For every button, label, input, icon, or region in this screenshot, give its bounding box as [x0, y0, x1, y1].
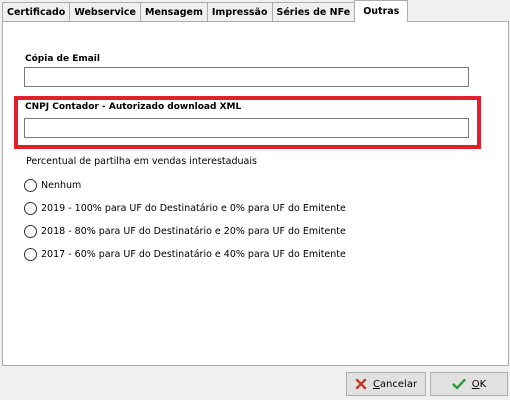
radio-button[interactable]	[24, 179, 37, 192]
dialog-window: Certificado Webservice Mensagem Impressã…	[0, 0, 510, 400]
radio-2017[interactable]: 2017 - 60% para UF do Destinatário e 40%…	[24, 248, 346, 261]
tab-mensagem[interactable]: Mensagem	[140, 2, 208, 22]
radio-button[interactable]	[24, 225, 37, 238]
cancel-label: Cancelar	[372, 378, 418, 390]
cnpj-field[interactable]	[24, 118, 469, 138]
tab-series-nfe[interactable]: Séries de NFe	[271, 2, 356, 22]
radio-label: 2018 - 80% para UF do Destinatário e 20%…	[41, 226, 346, 237]
tab-webservice[interactable]: Webservice	[69, 2, 142, 22]
radio-button[interactable]	[24, 202, 37, 215]
x-icon	[355, 378, 367, 390]
tab-panel-outras: Cópia de Email CNPJ Contador - Autorizad…	[2, 21, 509, 366]
email-field[interactable]	[24, 67, 469, 87]
tab-certificado[interactable]: Certificado	[2, 2, 71, 22]
radio-label: Nenhum	[41, 180, 82, 191]
radio-label: 2017 - 60% para UF do Destinatário e 40%…	[41, 249, 346, 260]
radio-nenhum[interactable]: Nenhum	[24, 179, 81, 192]
tab-outras[interactable]: Outras	[354, 0, 409, 22]
email-label: Cópia de Email	[25, 54, 100, 64]
checkmark-icon	[452, 378, 466, 390]
partilha-label: Percentual de partilha em vendas interes…	[26, 156, 257, 167]
radio-label: 2019 - 100% para UF do Destinatário e 0%…	[41, 203, 346, 214]
cancel-button[interactable]: Cancelar	[346, 372, 426, 396]
radio-2018[interactable]: 2018 - 80% para UF do Destinatário e 20%…	[24, 225, 346, 238]
radio-2019[interactable]: 2019 - 100% para UF do Destinatário e 0%…	[24, 202, 346, 215]
ok-button[interactable]: OK	[430, 372, 508, 396]
tab-impressao[interactable]: Impressão	[206, 2, 273, 22]
radio-button[interactable]	[24, 248, 37, 261]
cnpj-label: CNPJ Contador - Autorizado download XML	[25, 102, 242, 112]
ok-label: OK	[471, 378, 487, 390]
tab-strip: Certificado Webservice Mensagem Impressã…	[2, 0, 508, 22]
